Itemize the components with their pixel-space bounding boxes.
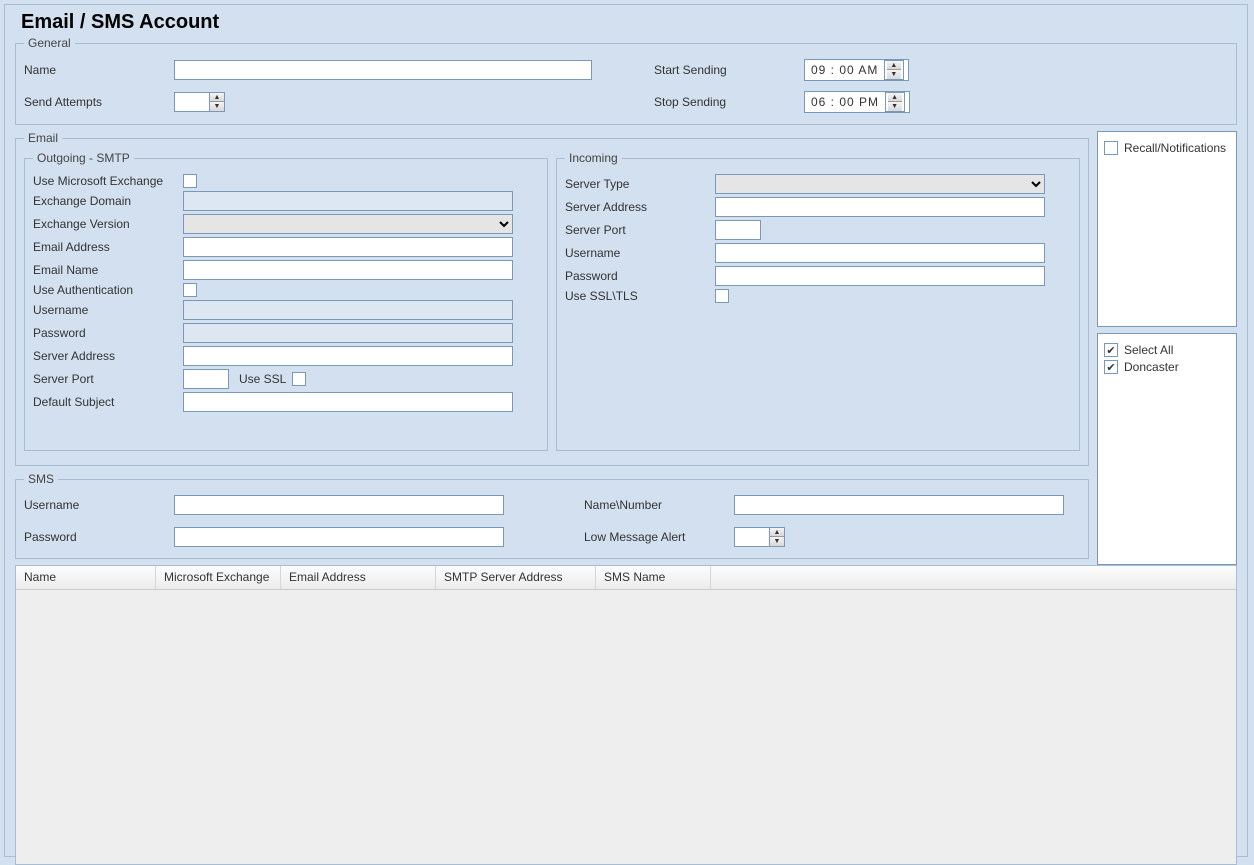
- exchange-domain-input[interactable]: [183, 191, 513, 211]
- out-username-input[interactable]: [183, 300, 513, 320]
- chevron-up-icon[interactable]: ▲: [770, 528, 784, 537]
- chevron-down-icon[interactable]: ▼: [887, 70, 901, 79]
- out-username-label: Username: [33, 303, 183, 317]
- use-ssl-label: Use SSL: [239, 372, 286, 386]
- sms-legend: SMS: [24, 472, 58, 486]
- stop-time-input[interactable]: 06 : 00 PM ▲ ▼: [804, 91, 910, 113]
- start-sending-label: Start Sending: [654, 63, 804, 77]
- low-msg-alert-value[interactable]: [735, 528, 765, 546]
- out-password-label: Password: [33, 326, 183, 340]
- use-ssl-checkbox[interactable]: [292, 372, 306, 386]
- outgoing-legend: Outgoing - SMTP: [33, 151, 134, 165]
- default-subject-label: Default Subject: [33, 395, 183, 409]
- start-time-value: 09 : 00 AM: [809, 63, 880, 77]
- page-title: Email / SMS Account: [21, 11, 1237, 34]
- server-type-select[interactable]: [715, 174, 1045, 194]
- sms-fieldset: SMS Username Name\Number Password: [15, 472, 1089, 559]
- incoming-fieldset: Incoming Server Type Server Address Serv…: [556, 151, 1080, 451]
- th-ms-exchange[interactable]: Microsoft Exchange: [156, 566, 281, 589]
- sms-username-label: Username: [24, 498, 174, 512]
- low-msg-alert-label: Low Message Alert: [584, 530, 734, 544]
- name-label: Name: [24, 63, 174, 77]
- use-auth-label: Use Authentication: [33, 283, 183, 297]
- in-server-address-label: Server Address: [565, 200, 715, 214]
- email-address-label: Email Address: [33, 240, 183, 254]
- outgoing-fieldset: Outgoing - SMTP Use Microsoft Exchange E…: [24, 151, 548, 451]
- out-server-address-input[interactable]: [183, 346, 513, 366]
- exchange-domain-label: Exchange Domain: [33, 194, 183, 208]
- chevron-down-icon[interactable]: ▼: [210, 102, 224, 111]
- th-sms-name[interactable]: SMS Name: [596, 566, 711, 589]
- in-username-input[interactable]: [715, 243, 1045, 263]
- sms-password-input[interactable]: [174, 527, 504, 547]
- out-server-port-input[interactable]: [183, 369, 229, 389]
- th-blank: [711, 566, 1236, 589]
- email-legend: Email: [24, 131, 62, 145]
- table-header: Name Microsoft Exchange Email Address SM…: [16, 566, 1236, 590]
- send-attempts-value[interactable]: [175, 93, 205, 111]
- chevron-up-icon[interactable]: ▲: [887, 61, 901, 70]
- exchange-version-select[interactable]: [183, 214, 513, 234]
- out-server-port-label: Server Port: [33, 372, 183, 386]
- in-password-input[interactable]: [715, 266, 1045, 286]
- sms-username-input[interactable]: [174, 495, 504, 515]
- email-fieldset: Email Outgoing - SMTP Use Microsoft Exch…: [15, 131, 1089, 466]
- start-time-spinner[interactable]: ▲ ▼: [884, 60, 904, 80]
- accounts-table: Name Microsoft Exchange Email Address SM…: [15, 565, 1237, 865]
- chevron-up-icon[interactable]: ▲: [888, 93, 902, 102]
- chevron-down-icon[interactable]: ▼: [770, 537, 784, 546]
- use-auth-checkbox[interactable]: [183, 283, 197, 297]
- app-container: Email / SMS Account General Name Start S…: [4, 4, 1248, 857]
- th-email-address[interactable]: Email Address: [281, 566, 436, 589]
- start-time-input[interactable]: 09 : 00 AM ▲ ▼: [804, 59, 909, 81]
- incoming-legend: Incoming: [565, 151, 622, 165]
- in-password-label: Password: [565, 269, 715, 283]
- email-name-input[interactable]: [183, 260, 513, 280]
- in-username-label: Username: [565, 246, 715, 260]
- name-input[interactable]: [174, 60, 592, 80]
- server-type-label: Server Type: [565, 177, 715, 191]
- email-name-label: Email Name: [33, 263, 183, 277]
- table-body[interactable]: [16, 590, 1236, 864]
- general-legend: General: [24, 36, 75, 50]
- use-ssl-tls-label: Use SSL\TLS: [565, 289, 715, 303]
- locations-panel: ✔ Select All ✔ Doncaster: [1097, 333, 1237, 565]
- stop-time-value: 06 : 00 PM: [809, 95, 881, 109]
- select-all-checkbox[interactable]: ✔: [1104, 343, 1118, 357]
- use-ms-exchange-checkbox[interactable]: [183, 174, 197, 188]
- location-checkbox[interactable]: ✔: [1104, 360, 1118, 374]
- low-msg-alert-input[interactable]: ▲ ▼: [734, 527, 785, 547]
- exchange-version-label: Exchange Version: [33, 217, 183, 231]
- use-ms-exchange-label: Use Microsoft Exchange: [33, 174, 183, 188]
- in-server-port-input[interactable]: [715, 220, 761, 240]
- select-all-label: Select All: [1124, 343, 1173, 357]
- out-password-input[interactable]: [183, 323, 513, 343]
- name-number-label: Name\Number: [584, 498, 734, 512]
- general-fieldset: General Name Start Sending 09 : 00 AM ▲ …: [15, 36, 1237, 125]
- recall-notifications-checkbox[interactable]: [1104, 141, 1118, 155]
- name-number-input[interactable]: [734, 495, 1064, 515]
- th-smtp-server[interactable]: SMTP Server Address: [436, 566, 596, 589]
- chevron-down-icon[interactable]: ▼: [888, 102, 902, 111]
- location-label: Doncaster: [1124, 360, 1179, 374]
- stop-sending-label: Stop Sending: [654, 95, 804, 109]
- sms-password-label: Password: [24, 530, 174, 544]
- email-address-input[interactable]: [183, 237, 513, 257]
- out-server-address-label: Server Address: [33, 349, 183, 363]
- recall-notifications-label: Recall/Notifications: [1124, 141, 1226, 155]
- use-ssl-tls-checkbox[interactable]: [715, 289, 729, 303]
- stop-time-spinner[interactable]: ▲ ▼: [885, 92, 905, 112]
- default-subject-input[interactable]: [183, 392, 513, 412]
- send-attempts-input[interactable]: ▲ ▼: [174, 92, 225, 112]
- in-server-port-label: Server Port: [565, 223, 715, 237]
- send-attempts-label: Send Attempts: [24, 95, 174, 109]
- in-server-address-input[interactable]: [715, 197, 1045, 217]
- recall-notifications-panel: Recall/Notifications: [1097, 131, 1237, 327]
- chevron-up-icon[interactable]: ▲: [210, 93, 224, 102]
- th-name[interactable]: Name: [16, 566, 156, 589]
